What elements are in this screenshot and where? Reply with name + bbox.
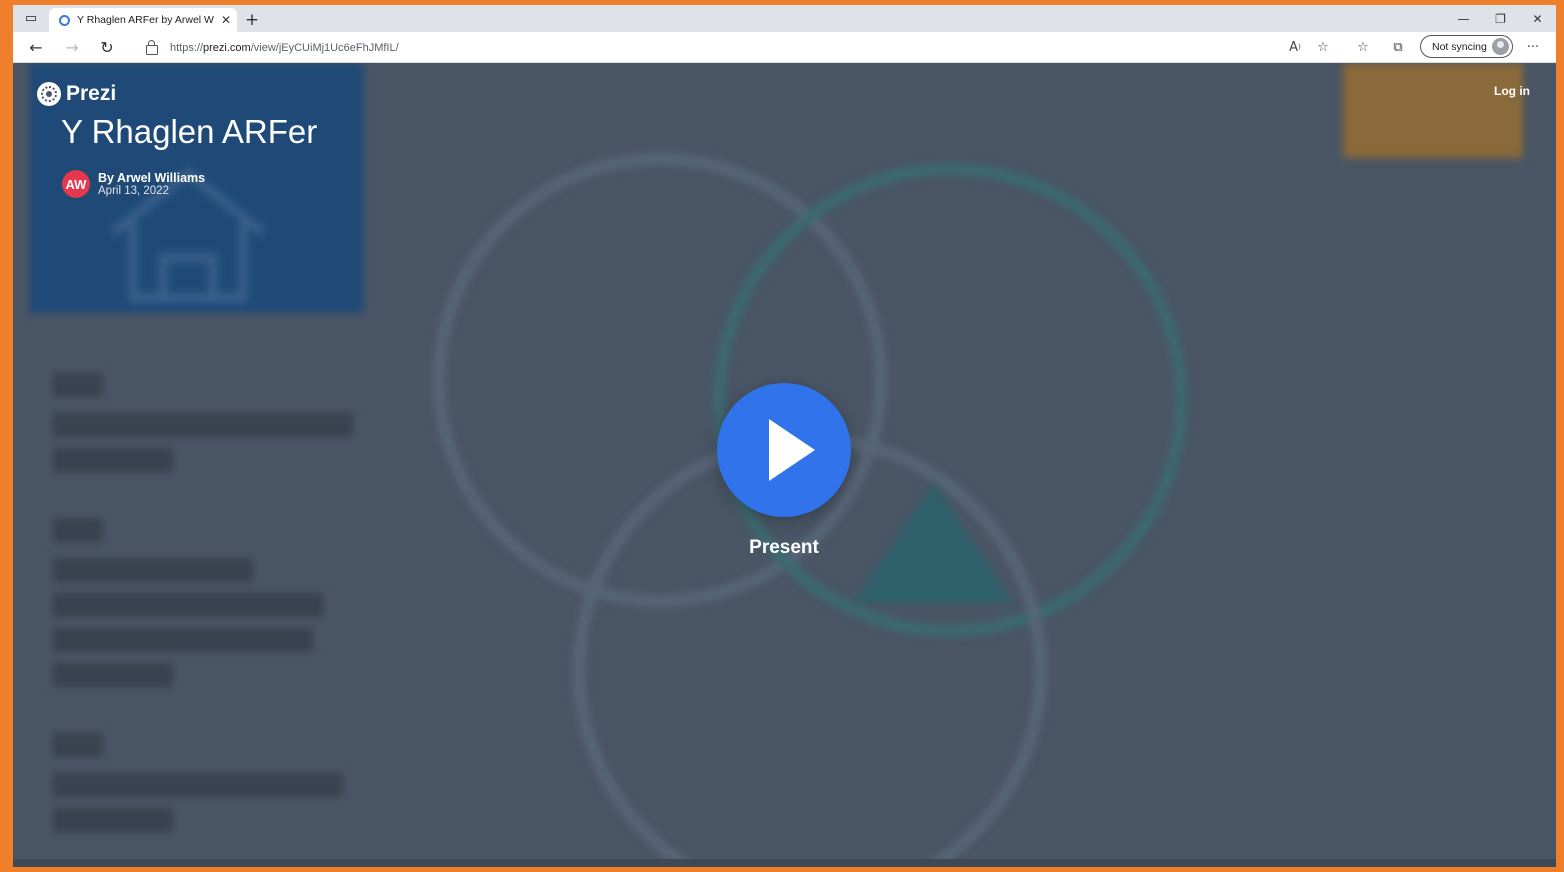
play-icon — [769, 419, 815, 481]
prezi-favicon-icon — [59, 14, 70, 26]
new-tab-icon[interactable]: + — [237, 8, 267, 32]
preview-orange-box — [1343, 63, 1523, 158]
play-button[interactable] — [717, 383, 851, 517]
tab-title: Y Rhaglen ARFer by Arwel Willia — [77, 14, 214, 26]
back-arrow-icon[interactable]: ← — [23, 36, 49, 58]
tab-actions-icon[interactable]: ▭ — [13, 5, 49, 32]
browser-tab[interactable]: Y Rhaglen ARFer by Arwel Willia ✕ — [49, 8, 237, 32]
venn-intersection-shape — [853, 483, 1013, 603]
close-window-icon[interactable]: ✕ — [1519, 5, 1556, 32]
browser-window: ▭ Y Rhaglen ARFer by Arwel Willia ✕ + — … — [13, 5, 1556, 867]
refresh-icon[interactable]: ↻ — [94, 36, 120, 58]
add-favorite-icon[interactable]: ☆ — [1311, 36, 1335, 58]
publish-date: April 13, 2022 — [98, 185, 169, 197]
prezi-logo-icon — [37, 82, 61, 106]
more-icon[interactable]: ··· — [1521, 36, 1545, 58]
window-controls: — ❐ ✕ — [1445, 5, 1556, 32]
author-info: AW By Arwel Williams April 13, 2022 — [62, 170, 205, 198]
present-label[interactable]: Present — [713, 537, 855, 559]
sync-button[interactable]: Not syncing — [1420, 35, 1513, 58]
address-bar: ← → ↻ https://prezi.com/view/jEyCUiMj1Uc… — [13, 32, 1556, 63]
prezi-logo[interactable]: Prezi — [37, 82, 116, 106]
lock-icon[interactable] — [146, 39, 158, 55]
author-name: By Arwel Williams — [98, 171, 206, 185]
read-aloud-icon[interactable]: A) — [1283, 36, 1307, 58]
prezi-viewer: Prezi Y Rhaglen ARFer AW By Arwel Willia… — [13, 63, 1556, 867]
author-avatar: AW — [62, 170, 90, 198]
collections-icon[interactable]: ⧉ — [1386, 36, 1410, 58]
close-tab-icon[interactable]: ✕ — [221, 13, 231, 27]
viewer-bottom-bar — [13, 859, 1556, 867]
url-field[interactable]: https://prezi.com/view/jEyCUiMj1Uc6eFhJM… — [131, 36, 1341, 59]
logo-text: Prezi — [66, 82, 117, 105]
minimize-icon[interactable]: — — [1445, 5, 1482, 32]
presentation-title: Y Rhaglen ARFer — [61, 113, 318, 150]
forward-arrow-icon[interactable]: → — [59, 36, 85, 58]
url-text[interactable]: https://prezi.com/view/jEyCUiMj1Uc6eFhJM… — [170, 42, 399, 54]
restore-icon[interactable]: ❐ — [1482, 5, 1519, 32]
profile-avatar-icon — [1492, 38, 1509, 55]
login-link[interactable]: Log in — [1494, 84, 1530, 98]
favorites-icon[interactable]: ☆ — [1351, 36, 1375, 58]
sync-label: Not syncing — [1432, 40, 1487, 53]
tab-bar: ▭ Y Rhaglen ARFer by Arwel Willia ✕ + — … — [13, 5, 1556, 32]
